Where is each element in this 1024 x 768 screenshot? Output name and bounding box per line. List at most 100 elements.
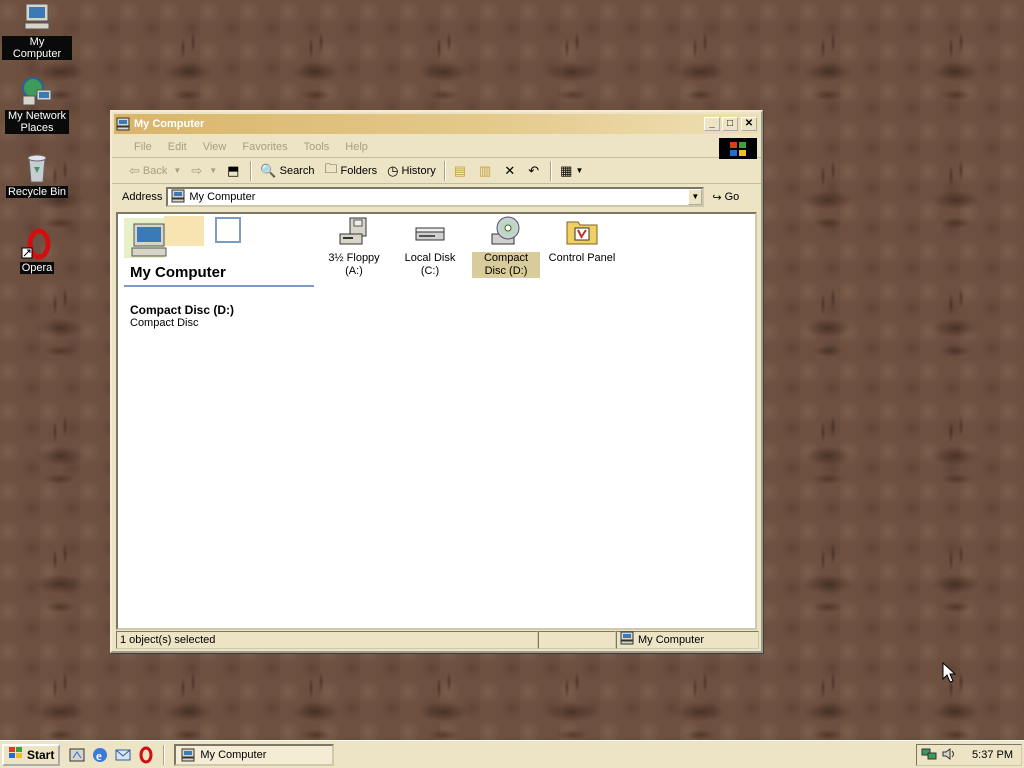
quick-launch: e <box>68 746 160 764</box>
views-icon: ▦ <box>560 162 573 178</box>
delete-button[interactable]: ✕ <box>499 160 523 182</box>
taskbar-separator <box>163 744 166 765</box>
start-label: Start <box>27 747 55 762</box>
move-to-icon: ▤ <box>453 162 467 178</box>
address-dropdown-button[interactable]: ▼ <box>688 189 703 205</box>
undo-button[interactable]: ↶ <box>523 160 547 182</box>
taskbar-button-my-computer[interactable]: My Computer <box>174 743 335 766</box>
control-panel-icon <box>566 216 598 248</box>
network-tray-icon[interactable] <box>921 747 937 764</box>
volume-icon[interactable] <box>941 747 957 764</box>
computer-icon <box>620 631 634 650</box>
menu-tools[interactable]: Tools <box>296 141 338 153</box>
back-arrow-icon: ⇦ <box>129 162 140 178</box>
show-desktop-icon[interactable] <box>68 746 86 764</box>
history-icon: ◷ <box>387 162 399 178</box>
windows-logo-icon <box>8 746 24 763</box>
history-button[interactable]: ◷ History <box>382 160 441 182</box>
recycle-bin-icon <box>21 152 53 184</box>
go-label: Go <box>724 191 740 203</box>
desktop-icon-label: Recycle Bin <box>5 186 69 198</box>
standard-toolbar: ⇦ Back ▼ ⇨ ▼ ⬒ 🔍 Search 🗀 Folders ◷ Hist… <box>112 158 761 184</box>
copy-to-icon: ▥ <box>479 162 492 178</box>
desktop-icon-label: Opera <box>19 262 55 274</box>
start-button[interactable]: Start <box>2 743 61 766</box>
desktop-icon-label: My Computer <box>2 36 72 60</box>
maximize-button[interactable]: □ <box>722 117 738 131</box>
menu-edit[interactable]: Edit <box>160 141 195 153</box>
address-field[interactable]: My Computer ▼ <box>166 187 705 207</box>
computer-icon <box>180 748 196 762</box>
status-zone: My Computer <box>616 631 759 649</box>
status-empty <box>538 631 616 649</box>
menu-view[interactable]: View <box>195 141 235 153</box>
title-bar[interactable]: My Computer _ □ ✕ <box>114 114 759 134</box>
svg-text:e: e <box>96 748 102 763</box>
history-label: History <box>401 164 436 177</box>
address-value: My Computer <box>189 191 256 203</box>
drive-compact-disc-d[interactable]: Compact Disc (D:) <box>468 216 544 278</box>
taskbar-button-label: My Computer <box>200 748 267 761</box>
move-to-button[interactable]: ▤ <box>449 160 474 182</box>
control-panel-folder[interactable]: Control Panel <box>544 216 620 278</box>
drive-local-disk-c[interactable]: Local Disk (C:) <box>392 216 468 278</box>
minimize-button[interactable]: _ <box>704 117 720 131</box>
go-button[interactable]: ↪ Go <box>712 191 739 204</box>
drive-label: Compact Disc (D:) <box>472 252 540 278</box>
forward-arrow-icon: ⇨ <box>191 162 203 178</box>
up-folder-icon: ⬒ <box>227 162 240 178</box>
delete-icon: ✕ <box>504 162 516 178</box>
selection-details: Compact Disc (D:) Compact Disc <box>124 303 314 329</box>
folders-label: Folders <box>340 164 378 177</box>
my-computer-window[interactable]: My Computer _ □ ✕ File Edit View Favorit… <box>110 110 763 653</box>
internet-explorer-icon[interactable]: e <box>91 746 109 764</box>
go-arrow-icon: ↪ <box>712 191 722 204</box>
up-folder-button[interactable]: ⬒ <box>222 160 247 182</box>
copy-to-button[interactable]: ▥ <box>474 160 499 182</box>
drive-label: 3½ Floppy (A:) <box>328 252 380 277</box>
back-dropdown-icon: ▼ <box>173 166 182 175</box>
selected-item-type: Compact Disc <box>130 317 199 329</box>
close-button[interactable]: ✕ <box>741 117 757 131</box>
status-bar: 1 object(s) selected My Computer <box>116 631 759 649</box>
content-area: My Computer Compact Disc (D:) Compact Di… <box>116 212 757 630</box>
desktop-icon-recycle-bin[interactable]: Recycle Bin <box>2 152 72 198</box>
views-dropdown-icon: ▼ <box>575 166 584 175</box>
undo-icon: ↶ <box>528 162 540 178</box>
opera-icon[interactable] <box>137 746 155 764</box>
taskbar: Start e My Computer 5:37 PM <box>0 740 1024 768</box>
clock[interactable]: 5:37 PM <box>972 749 1013 761</box>
desktop-icon-my-computer[interactable]: My Computer <box>2 2 72 60</box>
windows-logo-icon <box>719 138 757 159</box>
views-button[interactable]: ▦ ▼ <box>555 160 588 182</box>
hard-disk-icon <box>414 216 446 248</box>
address-label: Address <box>122 191 163 203</box>
computer-icon <box>116 117 130 131</box>
left-info-pane: My Computer Compact Disc (D:) Compact Di… <box>124 214 314 329</box>
menu-help[interactable]: Help <box>337 141 376 153</box>
menu-favorites[interactable]: Favorites <box>234 141 295 153</box>
back-label: Back <box>142 164 168 177</box>
folders-icon: 🗀 <box>324 160 338 176</box>
search-button[interactable]: 🔍 Search <box>255 160 319 182</box>
selected-item-name: Compact Disc (D:) <box>130 303 235 317</box>
outlook-express-icon[interactable] <box>114 746 132 764</box>
drive-floppy-a[interactable]: 3½ Floppy (A:) <box>316 216 392 278</box>
computer-icon <box>171 189 185 206</box>
back-button[interactable]: ⇦ Back ▼ <box>124 160 186 182</box>
menu-bar: File Edit View Favorites Tools Help <box>112 136 761 159</box>
forward-button[interactable]: ⇨ ▼ <box>186 160 222 182</box>
desktop-icon-label: My Network Places <box>5 110 69 134</box>
desktop-icon-network-places[interactable]: My Network Places <box>2 76 72 134</box>
drive-label: Control Panel <box>548 252 616 264</box>
menu-file[interactable]: File <box>126 141 160 153</box>
address-bar: Address My Computer ▼ ↪ Go <box>112 184 761 210</box>
system-tray: 5:37 PM <box>916 744 1022 766</box>
folders-button[interactable]: 🗀 Folders <box>319 160 382 182</box>
search-label: Search <box>279 164 315 177</box>
desktop-icon-opera[interactable]: Opera <box>2 228 72 274</box>
floppy-drive-icon <box>338 216 370 248</box>
mouse-cursor-icon <box>942 661 957 687</box>
drive-label: Local Disk (C:) <box>404 252 456 277</box>
left-banner: My Computer <box>124 214 314 287</box>
